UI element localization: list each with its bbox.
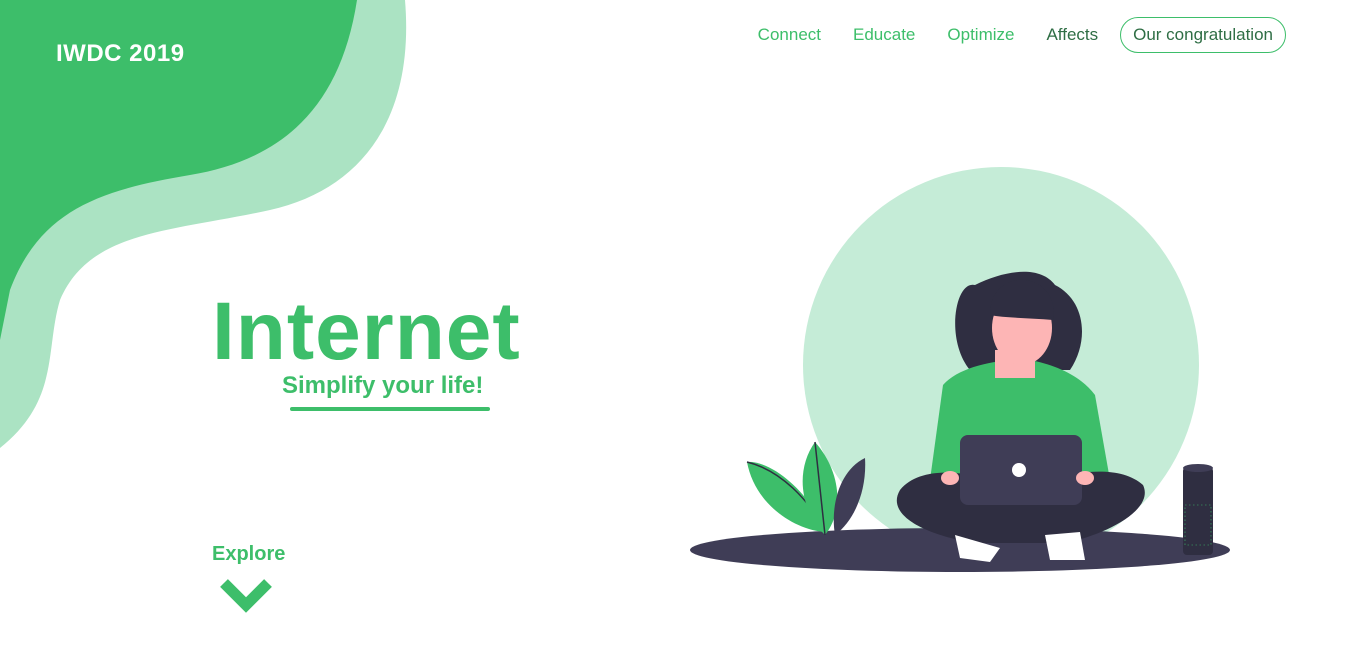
nav-item-optimize[interactable]: Optimize [947,16,1014,54]
smart-speaker-icon [1183,464,1213,555]
nav-item-educate[interactable]: Educate [853,16,915,54]
our-congratulation-button[interactable]: Our congratulation [1120,17,1286,53]
chevron-down-icon[interactable] [218,575,274,615]
subtitle-underline [290,407,490,411]
main-nav: Connect Educate Optimize Affects Our con… [726,16,1286,54]
explore-link[interactable]: Explore [212,543,285,566]
hero-title: Internet [212,286,521,377]
brand-logo[interactable]: IWDC 2019 [56,40,185,68]
hero-subtitle: Simplify your life! [282,372,484,399]
nav-item-affects[interactable]: Affects [1046,16,1098,54]
woman-with-laptop-illustration [690,167,1230,572]
nav-item-connect[interactable]: Connect [758,16,821,54]
